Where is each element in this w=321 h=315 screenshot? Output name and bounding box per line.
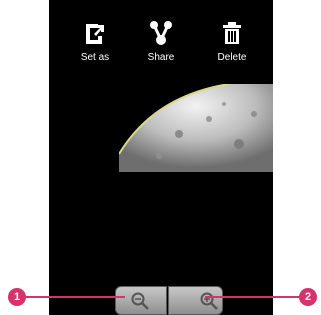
moon-photo[interactable] (119, 84, 273, 172)
delete-label: Delete (217, 52, 247, 63)
set-as-label: Set as (80, 52, 110, 63)
set-as-button[interactable]: Set as (63, 14, 127, 74)
zoom-in-icon (200, 292, 218, 310)
photo-viewer-screen: Set as Share Delete (49, 0, 273, 315)
share-label: Share (147, 52, 175, 63)
zoom-out-button[interactable] (115, 286, 167, 315)
callout-1-badge: 1 (8, 288, 26, 306)
trash-icon (223, 22, 241, 44)
share-button[interactable]: Share (129, 14, 193, 74)
zoom-out-icon (131, 292, 149, 310)
action-toolbar: Set as Share Delete (49, 14, 273, 74)
callout-2-badge: 2 (299, 288, 317, 306)
callout-2-line (205, 296, 308, 298)
zoom-controls (115, 286, 223, 315)
zoom-in-button[interactable] (168, 286, 223, 315)
share-icon (150, 21, 172, 45)
set-as-icon (86, 24, 104, 44)
delete-button[interactable]: Delete (200, 14, 264, 74)
callout-1-line (17, 296, 125, 298)
